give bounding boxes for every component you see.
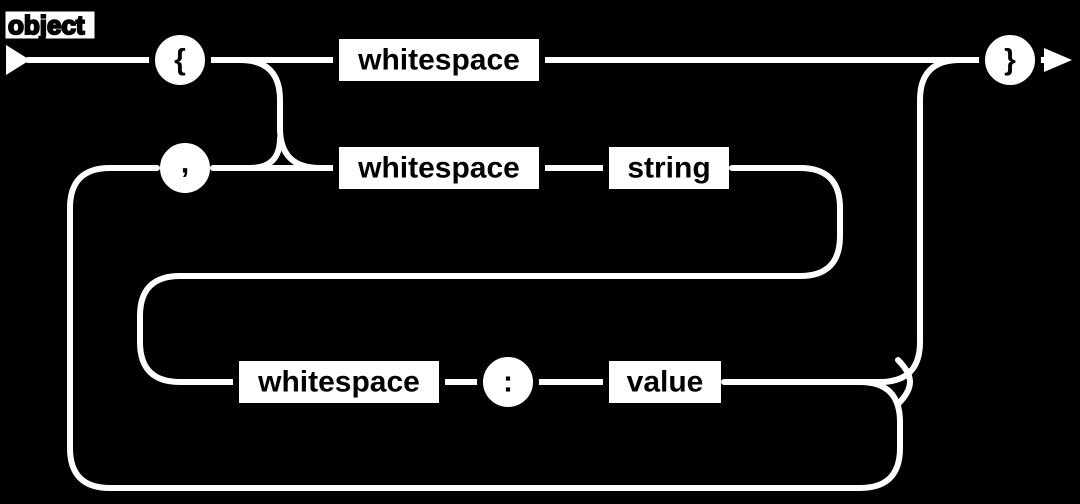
svg-text:,: ,: [181, 147, 189, 180]
svg-text:string: string: [627, 152, 710, 185]
svg-text::: :: [503, 366, 513, 399]
railroad-diagram: object object { whitespace } , whitespac…: [0, 0, 1080, 504]
svg-text:{: {: [174, 44, 186, 77]
title-outline-text: object: [8, 10, 85, 40]
value-loop-back-to-comma: [70, 168, 900, 488]
svg-text:whitespace: whitespace: [357, 152, 520, 185]
svg-text:whitespace: whitespace: [257, 366, 420, 399]
terminal-comma: ,: [157, 140, 213, 196]
terminal-open-brace: {: [152, 32, 208, 88]
split-bracket-decor: [898, 360, 910, 404]
end-arrow: [1044, 48, 1072, 72]
nonterminal-string: string: [606, 144, 732, 192]
comma-merge-curve: [250, 138, 280, 168]
svg-text:whitespace: whitespace: [357, 44, 520, 77]
svg-text:value: value: [627, 366, 704, 399]
nonterminal-whitespace-2: whitespace: [336, 144, 542, 192]
terminal-close-brace: }: [982, 32, 1038, 88]
svg-text:}: }: [1004, 44, 1016, 77]
nonterminal-value: value: [606, 358, 724, 406]
nonterminal-whitespace-1: whitespace: [336, 36, 542, 84]
terminal-colon: :: [480, 354, 536, 410]
nonterminal-whitespace-3: whitespace: [236, 358, 442, 406]
string-down-to-row3: [140, 168, 840, 382]
